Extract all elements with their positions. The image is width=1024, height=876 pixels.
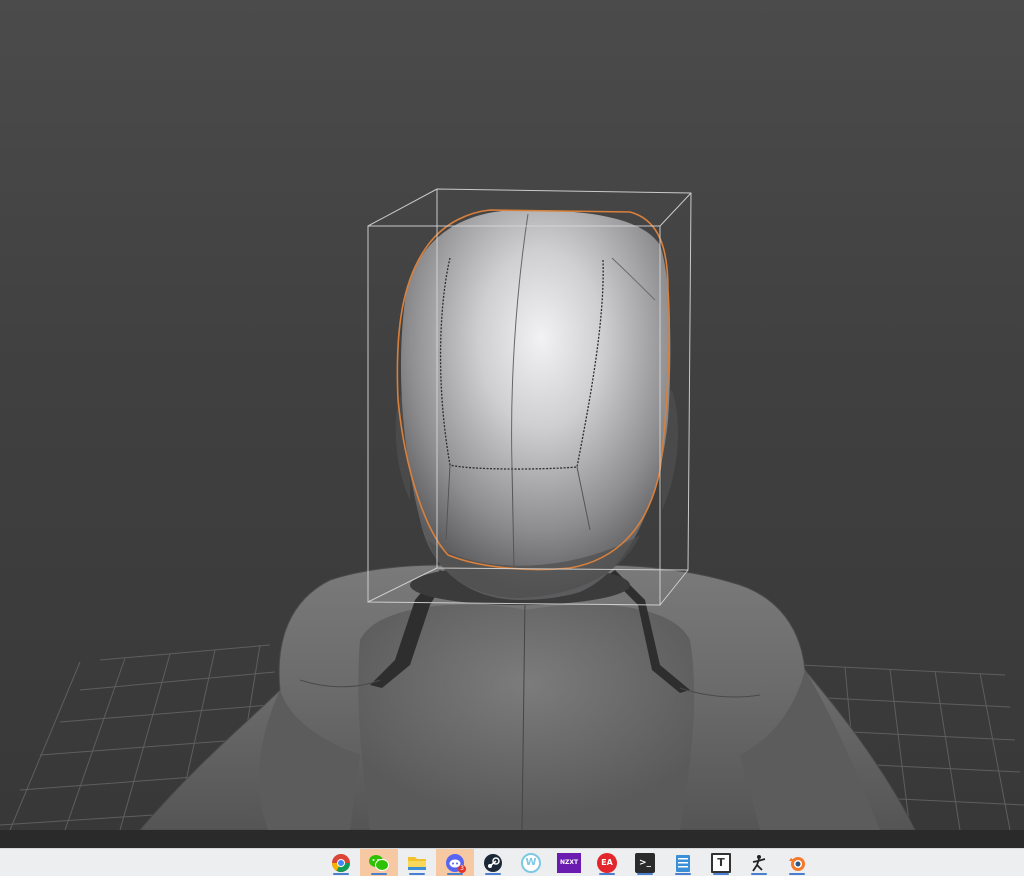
taskbar-item-ea[interactable]: EA [588,849,626,876]
notification-badge: 3 [458,865,466,873]
blender-icon [787,853,807,873]
taskbar-item-zbrush[interactable] [740,849,778,876]
terminal-icon: >_ [635,852,655,873]
3d-viewport[interactable] [0,0,1024,830]
file-explorer-icon [407,853,427,873]
viewport-status-strip [0,830,1024,848]
taskbar-item-blender[interactable] [778,849,816,876]
taskbar: 3 W NZXT EA >_ T [0,848,1024,876]
wps-icon: W [521,852,541,873]
taskbar-item-chrome[interactable] [322,849,360,876]
nzxt-icon: NZXT [557,852,581,873]
steam-icon [483,853,503,873]
taskbar-item-steam[interactable] [474,849,512,876]
taskbar-pinned-apps: 3 W NZXT EA >_ T [322,849,816,876]
taskbar-item-notepad[interactable] [664,849,702,876]
chrome-icon [331,853,351,873]
taskbar-item-typora[interactable]: T [702,849,740,876]
taskbar-item-discord[interactable]: 3 [436,849,474,876]
zbrush-icon [749,853,769,873]
notepad-icon [675,853,691,873]
taskbar-item-terminal[interactable]: >_ [626,849,664,876]
taskbar-item-file-explorer[interactable] [398,849,436,876]
taskbar-item-wechat[interactable] [360,849,398,876]
helmet-mesh[interactable] [395,209,678,600]
ea-icon: EA [597,852,617,873]
taskbar-item-nzxt[interactable]: NZXT [550,849,588,876]
typora-icon: T [711,852,731,873]
taskbar-item-wps[interactable]: W [512,849,550,876]
viewport-scene[interactable] [0,0,1024,830]
wechat-icon [368,853,390,873]
